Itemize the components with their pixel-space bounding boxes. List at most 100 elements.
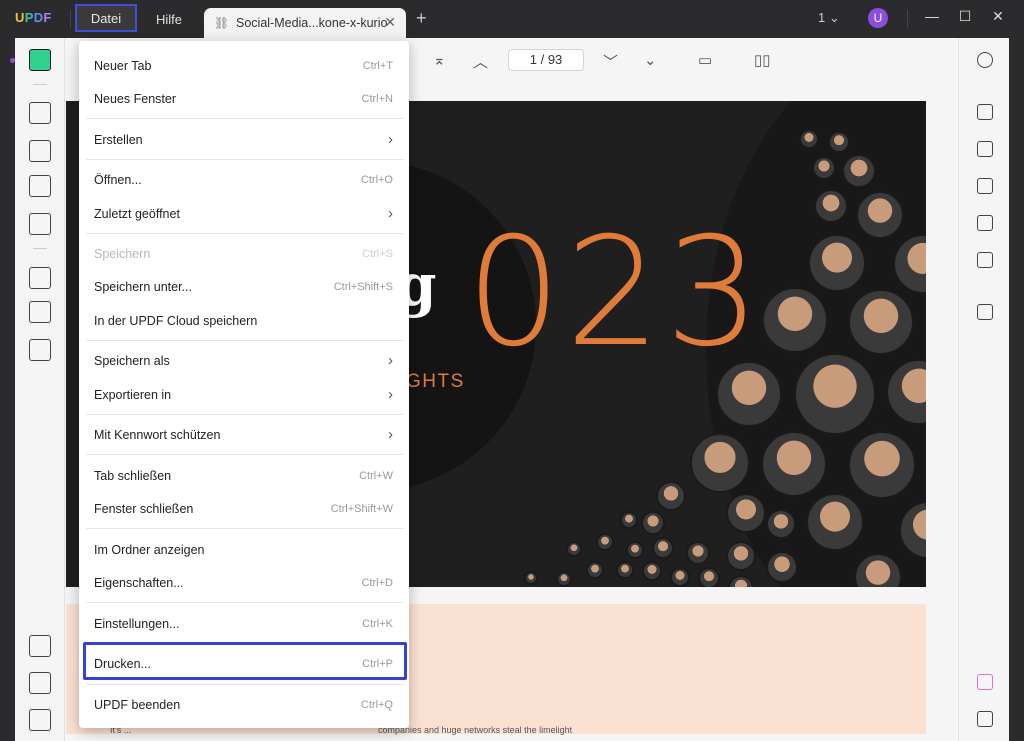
protect-file-icon[interactable] [977,178,993,194]
portrait-photo [726,541,756,571]
portrait-photo [766,509,796,539]
layers-icon[interactable] [29,635,51,657]
page-number-field[interactable]: 1 / 93 [508,49,584,71]
menu-item-show-in-folder[interactable]: Im Ordner anzeigen [85,533,403,566]
comment-icon[interactable] [29,102,51,124]
new-tab-icon[interactable]: + [416,8,427,29]
portrait-photo [856,191,904,239]
portrait-photo [698,567,720,587]
menu-item-properties[interactable]: Eigenschaften... Ctrl+D [85,566,403,599]
portrait-photo [652,537,674,559]
portrait-photo [670,567,690,587]
page-layout-icon[interactable] [29,175,51,197]
subtitle: GHTS [406,371,465,392]
cloud-link-icon: ⛓ [214,16,230,30]
separator [907,10,908,28]
convert-icon[interactable] [977,141,993,157]
menu-item-settings[interactable]: Einstellungen... Ctrl+K [85,607,403,640]
menu-item-new-window[interactable]: Neues Fenster Ctrl+N [85,82,403,115]
portrait-photo [596,533,614,551]
next-page-icon[interactable]: ﹀ [603,51,618,72]
menu-divider [86,528,404,529]
menu-divider [86,233,404,234]
last-page-icon[interactable]: ⌄ [644,51,657,69]
portrait-photo [690,433,750,493]
portrait-photo [726,493,766,533]
chevron-right-icon: › [388,426,393,443]
separator [70,10,71,28]
protect-icon[interactable] [29,339,51,361]
menu-divider [86,602,404,603]
organize-pages-icon[interactable] [29,267,51,289]
menu-item-save-cloud[interactable]: In der UPDF Cloud speichern [85,304,403,337]
close-tab-icon[interactable]: ✕ [384,14,396,31]
prev-page-icon[interactable]: ︿ [473,51,488,72]
share-icon[interactable] [977,215,993,231]
portrait-photo [586,561,604,579]
ocr-icon[interactable] [977,104,993,120]
menu-item-create[interactable]: Erstellen › [85,123,403,156]
menu-hilfe[interactable]: Hilfe [148,6,190,32]
portrait-photo [524,571,538,585]
right-toolbar [958,38,1009,741]
email-icon[interactable] [977,252,993,268]
chevron-right-icon: › [388,352,393,369]
file-menu: Neuer Tab Ctrl+T Neues Fenster Ctrl+N Erst… [79,41,409,728]
minimize-icon[interactable]: — [922,8,942,24]
title-bar: UPDF Datei Hilfe ⛓ Social-Media...kone-x… [0,0,1024,38]
portrait-photo [616,561,634,579]
attachment-icon[interactable] [29,709,51,731]
portrait-photo [848,431,916,499]
menu-item-quit[interactable]: UPDF beenden Ctrl+Q [85,688,403,721]
search-icon[interactable] [977,52,993,68]
menu-item-new-tab[interactable]: Neuer Tab Ctrl+T [85,49,403,82]
window-count[interactable]: 1 ⌄ [818,10,840,26]
menu-divider [86,684,404,685]
reader-mode-icon[interactable] [29,49,51,71]
document-tab[interactable]: ⛓ Social-Media...kone-x-kurio ✕ [204,8,406,38]
portrait-photo [566,541,582,557]
menu-item-save-as[interactable]: Speichern unter... Ctrl+Shift+S [85,270,403,303]
bookmark-icon[interactable] [29,672,51,694]
save-icon[interactable] [977,304,993,320]
avatar[interactable]: U [868,8,888,28]
menu-item-export[interactable]: Exportieren in › [85,378,403,411]
portrait-photo [761,431,827,497]
first-page-icon[interactable]: ⌅ [433,51,446,69]
portrait-photo [728,575,754,587]
menu-item-open[interactable]: Öffnen... Ctrl+O [85,163,403,196]
chevron-right-icon: › [388,131,393,148]
portrait-photo [794,353,876,435]
menu-item-save: Speichern Ctrl+S [94,246,393,261]
menu-divider [86,643,404,644]
menu-item-print[interactable]: Drucken... Ctrl+P [85,647,403,680]
crop-icon[interactable] [29,301,51,323]
menu-item-save-as-format[interactable]: Speichern als › [85,344,403,377]
menu-item-close-tab[interactable]: Tab schließen Ctrl+W [85,459,403,492]
menu-item-close-window[interactable]: Fenster schließen Ctrl+Shift+W [85,492,403,525]
maximize-icon[interactable]: ☐ [955,8,975,25]
portrait-photo [642,561,662,581]
presentation-icon[interactable]: ▭ [698,51,712,69]
form-icon[interactable] [29,213,51,235]
portrait-photo [812,156,836,180]
menu-item-password-protect[interactable]: Mit Kennwort schützen › [85,418,403,451]
edit-pdf-icon[interactable] [29,140,51,162]
comments-panel-icon[interactable] [977,711,993,727]
menu-item-recent[interactable]: Zuletzt geöffnet › [85,197,403,230]
left-toolbar [10,38,65,741]
divider [33,84,47,85]
portrait-photo [656,481,686,511]
menu-divider [86,454,404,455]
tab-title: Social-Media...kone-x-kurio [236,16,388,30]
ai-assistant-icon[interactable] [977,674,993,690]
portrait-photo [828,131,850,153]
reading-mode-icon[interactable]: ▯▯ [754,51,771,69]
portrait-photo [808,234,866,292]
updf-logo: UPDF [15,10,52,25]
close-window-icon[interactable]: ✕ [988,8,1008,25]
menu-divider [86,414,404,415]
menu-datei[interactable]: Datei [75,4,137,32]
portrait-photo [799,129,819,149]
portrait-photo [806,493,864,551]
